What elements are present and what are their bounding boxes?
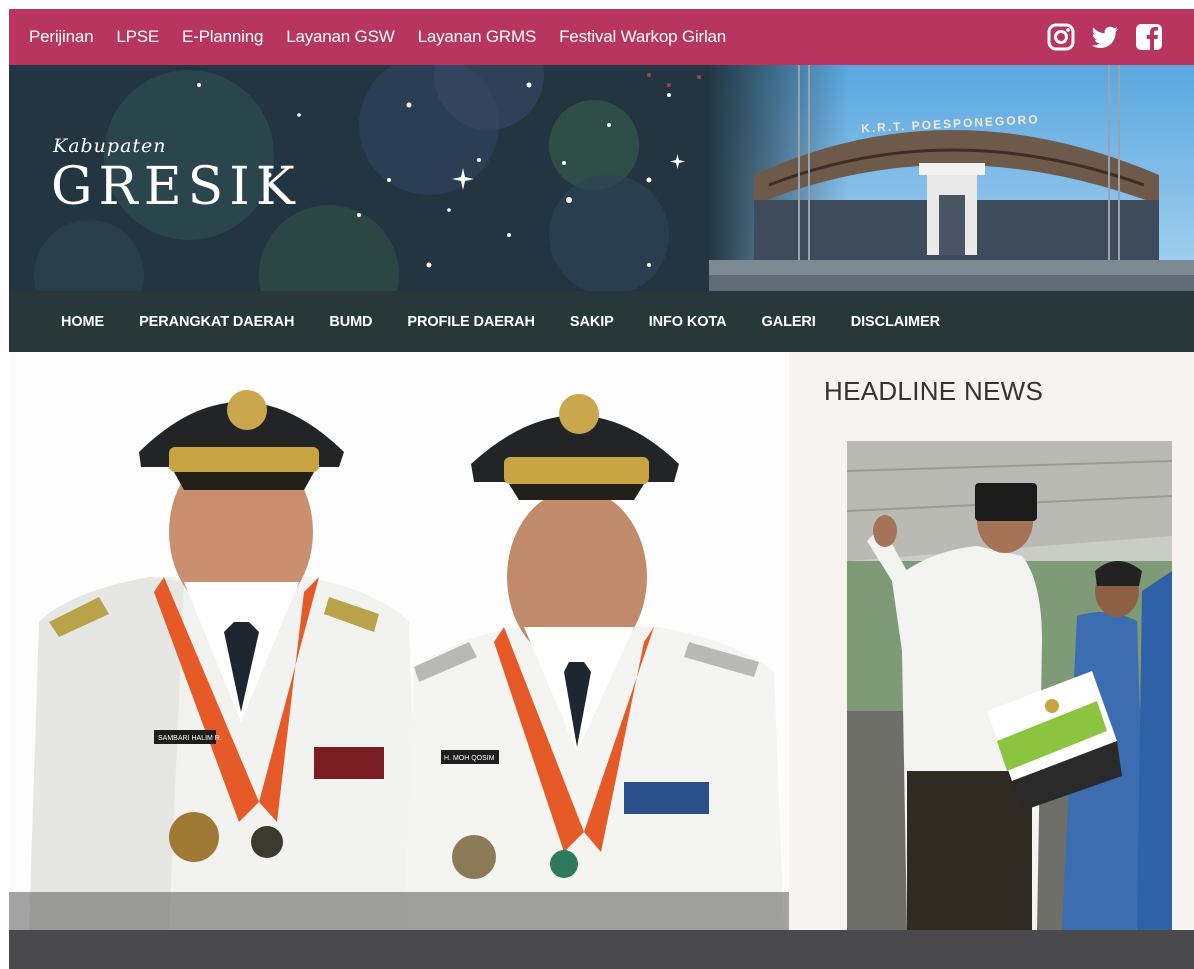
nav-info-kota[interactable]: INFO KOTA	[649, 314, 727, 330]
header-banner: K.R.T. POESPONEGORO Kabupaten GRESIK	[9, 65, 1194, 291]
headline-news-photo[interactable]	[847, 441, 1172, 930]
bottom-section-bar	[9, 930, 1194, 969]
logo-gresik[interactable]: GRESIK	[51, 157, 301, 217]
nav-sakip[interactable]: SAKIP	[570, 314, 614, 330]
nav-profile-daerah[interactable]: PROFILE DAERAH	[407, 314, 535, 330]
nav-home[interactable]: HOME	[61, 314, 104, 330]
logo-kabupaten: Kabupaten	[53, 135, 167, 157]
nav-galeri[interactable]: GALERI	[762, 314, 816, 330]
top-link-lpse[interactable]: LPSE	[116, 27, 159, 47]
top-link-festival-warkop-girlan[interactable]: Festival Warkop Girlan	[559, 27, 726, 47]
nav-bumd[interactable]: BUMD	[329, 314, 372, 330]
right-nametag: H. MOH QOSIM	[444, 755, 495, 762]
top-utility-bar: Perijinan LPSE E-Planning Layanan GSW La…	[9, 9, 1194, 65]
hero-portrait-photo: SAMBARI HALIM R. H. MOH QOSIM	[9, 352, 789, 930]
top-link-layanan-gsw[interactable]: Layanan GSW	[286, 27, 395, 47]
instagram-icon[interactable]	[1046, 22, 1076, 52]
twitter-icon[interactable]	[1090, 22, 1120, 52]
nav-perangkat-daerah[interactable]: PERANGKAT DAERAH	[139, 314, 294, 330]
hero-caption-bar	[9, 892, 789, 930]
top-links: Perijinan LPSE E-Planning Layanan GSW La…	[29, 27, 749, 47]
nav-disclaimer[interactable]: DISCLAIMER	[851, 314, 940, 330]
headline-photo-art	[847, 441, 1172, 930]
left-nametag: SAMBARI HALIM R.	[158, 735, 222, 742]
main-navigation: HOME PERANGKAT DAERAH BUMD PROFILE DAERA…	[9, 291, 1194, 352]
headline-sidebar: HEADLINE NEWS	[789, 352, 1194, 930]
hero-slider[interactable]: SAMBARI HALIM R. H. MOH QOSIM	[9, 352, 789, 930]
headline-news-title: HEADLINE NEWS	[824, 376, 1044, 406]
social-links	[1046, 22, 1164, 52]
top-link-e-planning[interactable]: E-Planning	[182, 27, 263, 47]
top-link-layanan-grms[interactable]: Layanan GRMS	[418, 27, 537, 47]
facebook-icon[interactable]	[1134, 22, 1164, 52]
top-link-perijinan[interactable]: Perijinan	[29, 27, 94, 47]
